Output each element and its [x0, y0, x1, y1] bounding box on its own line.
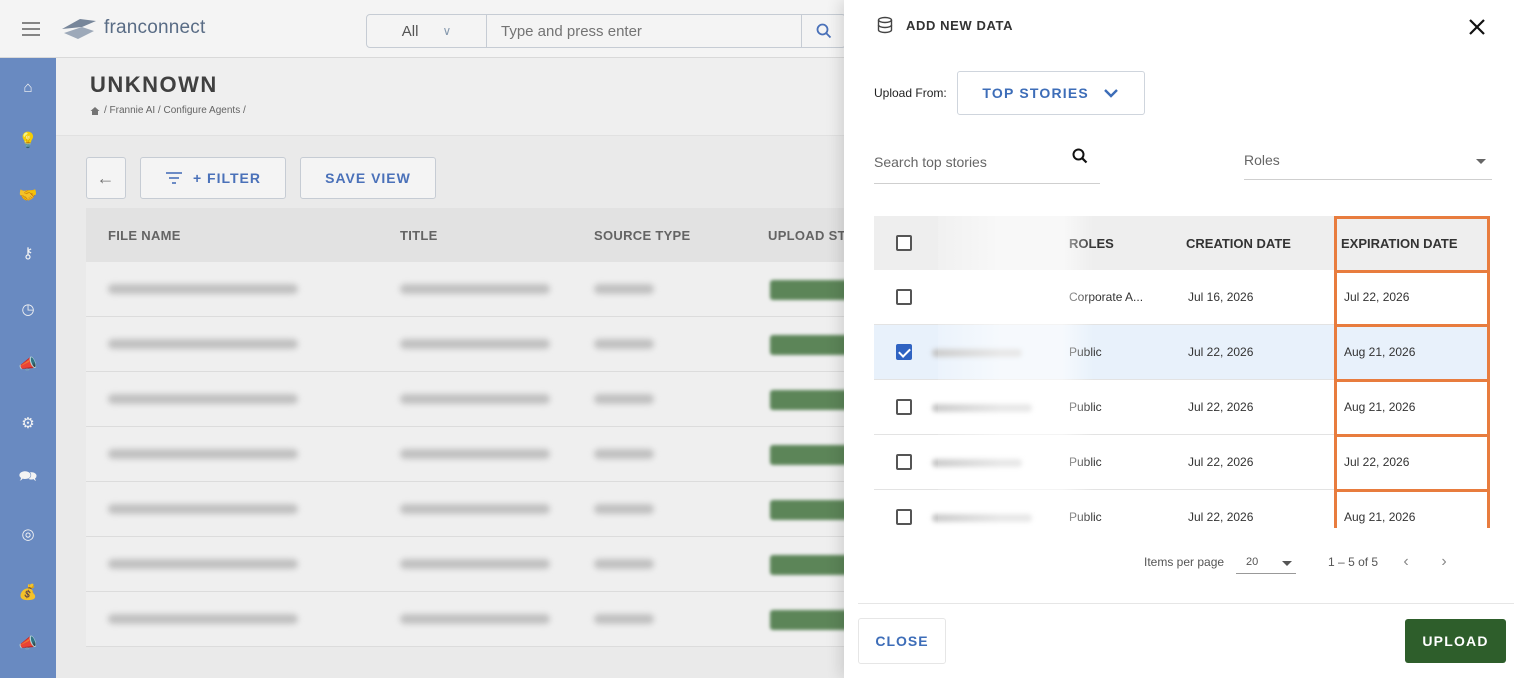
source-select-value: TOP STORIES: [982, 85, 1089, 101]
row-creation-date: Jul 22, 2026: [1188, 345, 1254, 359]
table-row[interactable]: Public Jul 22, 2026 Aug 21, 2026: [874, 325, 1490, 380]
close-icon: [1469, 19, 1485, 35]
table-row[interactable]: Public Jul 22, 2026 Aug 21, 2026: [874, 490, 1490, 528]
upload-from-label: Upload From:: [874, 86, 947, 100]
row-creation-date: Jul 22, 2026: [1188, 510, 1254, 524]
column-creation-date[interactable]: CREATION DATE: [1186, 236, 1291, 251]
items-per-page-value: 20: [1246, 555, 1259, 568]
row-expiration-date: Jul 22, 2026: [1344, 290, 1410, 304]
row-expiration-date: Jul 22, 2026: [1344, 455, 1410, 469]
table-row[interactable]: Corporate A... Jul 16, 2026 Jul 22, 2026: [874, 270, 1490, 325]
redacted-title: [932, 404, 1032, 412]
row-expiration-date: Aug 21, 2026: [1344, 510, 1416, 524]
footer-divider: [858, 603, 1514, 604]
previous-page-button[interactable]: ‹: [1396, 552, 1416, 572]
row-checkbox[interactable]: [896, 509, 912, 525]
row-checkbox[interactable]: [896, 399, 912, 415]
caret-down-icon: [1282, 561, 1293, 566]
database-icon: [877, 16, 893, 34]
next-page-button[interactable]: ›: [1434, 552, 1454, 572]
redacted-title: [932, 349, 1022, 357]
select-all-checkbox[interactable]: [896, 235, 912, 251]
search-top-stories-input[interactable]: Search top stories: [874, 154, 987, 170]
row-creation-date: Jul 16, 2026: [1188, 290, 1254, 304]
close-button[interactable]: CLOSE: [858, 618, 946, 664]
roles-select-placeholder: Roles: [1244, 152, 1280, 168]
add-new-data-drawer: ADD NEW DATA Upload From: TOP STORIES Se…: [844, 0, 1514, 678]
drawer-header: ADD NEW DATA: [876, 16, 1013, 34]
paginator: Items per page 20 1 – 5 of 5 ‹ ›: [1144, 550, 1454, 574]
redacted-title: [932, 459, 1022, 467]
chevron-down-icon: [1104, 89, 1118, 98]
search-icon[interactable]: [1072, 148, 1088, 164]
stories-table: ROLES CREATION DATE EXPIRATION DATE Corp…: [874, 216, 1490, 528]
caret-down-icon: [1476, 159, 1486, 164]
row-role: Public: [1069, 400, 1102, 414]
column-roles[interactable]: ROLES: [1069, 236, 1114, 251]
items-per-page-select[interactable]: 20: [1236, 550, 1297, 574]
table-row[interactable]: Public Jul 22, 2026 Aug 21, 2026: [874, 380, 1490, 435]
source-select[interactable]: TOP STORIES: [956, 71, 1145, 115]
row-creation-date: Jul 22, 2026: [1188, 455, 1254, 469]
roles-select[interactable]: Roles: [1244, 146, 1492, 180]
stories-table-header: ROLES CREATION DATE EXPIRATION DATE: [874, 216, 1490, 270]
overlay-dim: [0, 0, 858, 678]
table-row[interactable]: Public Jul 22, 2026 Jul 22, 2026: [874, 435, 1490, 490]
column-expiration-date[interactable]: EXPIRATION DATE: [1341, 236, 1458, 251]
upload-button[interactable]: UPLOAD: [1405, 619, 1506, 663]
row-role: Public: [1069, 345, 1102, 359]
row-role: Corporate A...: [1069, 290, 1144, 304]
drawer-title: ADD NEW DATA: [906, 17, 1014, 33]
row-role: Public: [1069, 455, 1102, 469]
close-drawer-button[interactable]: [1466, 16, 1488, 38]
row-checkbox[interactable]: [896, 454, 912, 470]
row-checkbox[interactable]: [896, 289, 912, 305]
search-top-stories: Search top stories: [874, 146, 1100, 184]
row-role: Public: [1069, 510, 1102, 524]
row-expiration-date: Aug 21, 2026: [1344, 400, 1416, 414]
page-range: 1 – 5 of 5: [1328, 555, 1379, 569]
items-per-page-label: Items per page: [1144, 555, 1225, 569]
upload-from-row: Upload From: TOP STORIES: [874, 71, 1145, 115]
row-checkbox[interactable]: [896, 344, 912, 360]
row-expiration-date: Aug 21, 2026: [1344, 345, 1416, 359]
redacted-title: [932, 514, 1032, 522]
row-creation-date: Jul 22, 2026: [1188, 400, 1254, 414]
